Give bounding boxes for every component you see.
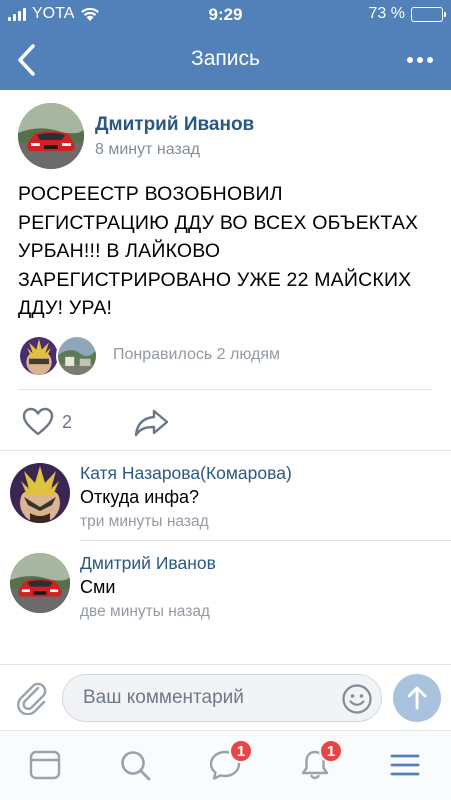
comment-input[interactable]	[83, 675, 323, 721]
post-timestamp: 8 минут назад	[95, 141, 201, 158]
comment-text: Сми	[80, 577, 116, 597]
comment-author-avatar[interactable]	[10, 553, 70, 613]
status-bar: YOTA 9:29 73 %	[0, 0, 451, 30]
comment-timestamp: три минуты назад	[80, 513, 209, 530]
comment-input-box	[62, 674, 382, 722]
share-button[interactable]	[134, 406, 170, 438]
paperclip-icon	[17, 682, 47, 716]
comment-item[interactable]: Катя Назарова(Комарова) Откуда инфа? три…	[0, 451, 451, 541]
author-avatar[interactable]	[18, 103, 84, 169]
liker-avatar	[56, 335, 98, 377]
news-feed-icon	[29, 750, 61, 780]
likes-summary[interactable]: Понравилось 2 людям	[113, 346, 280, 364]
post-text: РОСРЕЕСТР ВОЗОБНОВИЛ РЕГИСТРАЦИЮ ДДУ ВО …	[18, 183, 419, 319]
more-button[interactable]	[403, 45, 437, 75]
comment-author-avatar[interactable]	[10, 463, 70, 523]
battery-percent: 73 %	[368, 5, 405, 22]
comment-author-name[interactable]: Дмитрий Иванов	[80, 553, 216, 574]
comment-text: Откуда инфа?	[80, 487, 200, 507]
tab-messages[interactable]: 1	[205, 739, 253, 785]
tab-notifications[interactable]: 1	[295, 739, 343, 785]
smile-icon	[342, 684, 372, 714]
send-button[interactable]	[393, 674, 441, 722]
messages-badge: 1	[229, 739, 253, 763]
battery-group: 73 %	[368, 5, 446, 23]
comment-author-name[interactable]: Катя Назарова(Комарова)	[80, 463, 292, 484]
menu-icon	[390, 754, 420, 776]
liker-avatar	[18, 335, 60, 377]
post-divider	[18, 389, 433, 390]
share-arrow-icon	[134, 409, 169, 437]
nav-bar: Запись	[0, 30, 451, 90]
comment-item[interactable]: Дмитрий Иванов Сми две минуты назад	[0, 541, 451, 631]
bottom-tab-bar: 1 1	[0, 730, 451, 800]
like-count: 2	[62, 411, 73, 432]
like-button[interactable]: 2	[22, 406, 72, 438]
attach-button[interactable]	[14, 679, 50, 716]
notifications-badge: 1	[319, 739, 343, 763]
tab-news[interactable]	[25, 745, 65, 785]
arrow-up-icon	[407, 686, 427, 710]
post: Дмитрий Иванов 8 минут назад РОСРЕЕСТР В…	[0, 90, 451, 450]
battery-icon	[411, 6, 446, 22]
comment-composer	[0, 664, 451, 730]
emoji-button[interactable]	[341, 683, 373, 715]
page-title: Запись	[191, 47, 260, 70]
post-author-name[interactable]: Дмитрий Иванов	[95, 114, 254, 136]
tab-menu[interactable]	[385, 745, 425, 785]
tab-search[interactable]	[115, 745, 155, 785]
car-avatar-image	[18, 103, 84, 169]
comment-timestamp: две минуты назад	[80, 603, 210, 620]
search-icon	[121, 751, 151, 781]
more-dots-icon	[407, 57, 413, 63]
heart-icon	[22, 407, 54, 436]
